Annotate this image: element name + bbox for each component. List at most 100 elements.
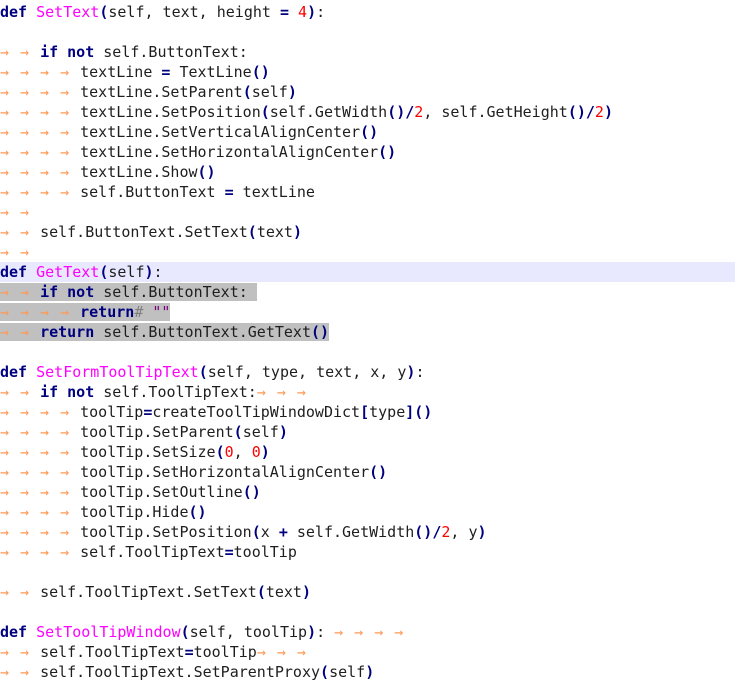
code-token: return	[80, 303, 135, 321]
code-token: toolTip	[80, 403, 144, 421]
code-token: textLine.SetHorizontalAlignCenter	[80, 143, 379, 161]
code-token: (	[251, 523, 261, 541]
tab-indent-marker-icon: →→→→	[0, 403, 81, 421]
line-content: →→→→self.ButtonText = textLine	[0, 183, 315, 201]
code-token: )	[477, 523, 487, 541]
line-content: def SetFormToolTipText(self, type, text,…	[0, 363, 424, 381]
code-line[interactable]: →→→→toolTip.SetParent(self)	[0, 422, 735, 442]
code-line[interactable]: →→→→textLine.SetParent(self)	[0, 82, 735, 102]
code-line[interactable]: →→→→textLine.SetHorizontalAlignCenter()	[0, 142, 735, 162]
code-token: self, text, height	[108, 3, 280, 21]
code-token: (	[198, 363, 208, 381]
tab-indent-marker-icon: →→→→	[0, 103, 81, 121]
code-token: , self.GetHeight	[423, 103, 568, 121]
line-content: →→→→textLine.SetHorizontalAlignCenter()	[0, 143, 396, 161]
code-token: self, type, text, x, y	[207, 363, 407, 381]
code-token: not	[67, 43, 95, 61]
line-content: →→self.ButtonText.SetText(text)	[0, 223, 302, 241]
code-line[interactable]: →→self.ToolTipText.SetParentProxy(self)	[0, 662, 735, 682]
code-line[interactable]: →→→→self.ToolTipText=toolTip	[0, 542, 735, 562]
code-line[interactable]: →→self.ButtonText.SetText(text)	[0, 222, 735, 242]
code-token: ()	[369, 463, 388, 481]
code-line[interactable]: →→→→toolTip.SetPosition(x + self.GetWidt…	[0, 522, 735, 542]
code-token: /	[405, 103, 415, 121]
code-token: )	[301, 583, 311, 601]
code-line[interactable]: →→→→toolTip.Hide()	[0, 502, 735, 522]
code-token: toolTip	[233, 543, 297, 561]
code-line[interactable]: →→if not self.ButtonText:	[0, 282, 735, 302]
code-token: self.GetWidth	[287, 523, 415, 541]
code-line[interactable]: →→self.ToolTipText.SetText(text)	[0, 582, 735, 602]
code-token: :	[316, 3, 326, 21]
code-line[interactable]	[0, 562, 735, 582]
code-line[interactable]: →→→→textLine.Show()	[0, 162, 735, 182]
code-line[interactable]: →→→→toolTip.SetSize(0, 0)	[0, 442, 735, 462]
code-token: )	[287, 83, 297, 101]
code-token: (	[256, 583, 266, 601]
code-line[interactable]: →→→→toolTip=createToolTipWindowDict[type…	[0, 402, 735, 422]
code-token: :	[316, 623, 335, 641]
code-line[interactable]: def SetText(self, text, height = 4):	[0, 2, 735, 22]
code-token: self	[251, 83, 288, 101]
tab-indent-marker-icon: →→	[0, 383, 41, 401]
code-line[interactable]: →→→→self.ButtonText = textLine	[0, 182, 735, 202]
code-token: 2	[414, 103, 424, 121]
line-content: →→	[0, 203, 40, 221]
code-line[interactable]: →→→→textLine.SetVerticalAlignCenter()	[0, 122, 735, 142]
code-line[interactable]: →→if not self.ToolTipText:→→→	[0, 382, 735, 402]
code-line[interactable]: →→self.ToolTipText=toolTip→→→	[0, 642, 735, 662]
line-content: →→if not self.ButtonText:	[0, 43, 248, 61]
tab-indent-marker-icon: →→→→	[0, 503, 81, 521]
code-token: ()	[188, 503, 207, 521]
code-line[interactable]: →→return self.ButtonText.GetText()	[0, 322, 735, 342]
code-editor[interactable]: def SetText(self, text, height = 4): →→if…	[0, 0, 735, 690]
code-line[interactable]: →→	[0, 202, 735, 222]
code-line[interactable]	[0, 342, 735, 362]
line-content: →→→→textLine.SetVerticalAlignCenter()	[0, 123, 378, 141]
code-line[interactable]: def SetToolTipWindow(self, toolTip): →→→…	[0, 622, 735, 642]
code-token: textLine.Show	[80, 163, 198, 181]
code-line[interactable]: →→	[0, 242, 735, 262]
code-line[interactable]: def GetText(self):	[0, 262, 735, 282]
code-line[interactable]: →→→→toolTip.SetOutline()	[0, 482, 735, 502]
code-token: SetToolTipWindow	[36, 623, 181, 641]
code-token: toolTip.SetSize	[80, 443, 216, 461]
code-token: )	[260, 443, 270, 461]
code-token: toolTip	[193, 643, 257, 661]
code-line[interactable]: →→→→return# ""	[0, 302, 735, 322]
code-token: :	[415, 363, 425, 381]
tab-indent-marker-icon: →→	[0, 43, 41, 61]
code-line[interactable]: →→→→toolTip.SetHorizontalAlignCenter()	[0, 462, 735, 482]
code-token: self	[108, 263, 145, 281]
code-token: self.ToolTipText	[80, 543, 225, 561]
code-token: self.ButtonText	[80, 183, 225, 201]
tab-indent-marker-icon: →→→→	[0, 123, 81, 141]
code-token: =	[184, 643, 194, 661]
selected-text: →→→→return# ""	[0, 303, 171, 321]
code-line[interactable]: →→if not self.ButtonText:	[0, 42, 735, 62]
code-token: text	[256, 223, 293, 241]
code-token: if	[40, 383, 59, 401]
code-line[interactable]: →→→→textLine = TextLine()	[0, 62, 735, 82]
code-line[interactable]: →→→→textLine.SetPosition(self.GetWidth()…	[0, 102, 735, 122]
tab-indent-marker-icon: →→→→	[0, 63, 81, 81]
tab-indent-marker-icon: →→→	[256, 383, 317, 401]
line-content: →→→→textLine.Show()	[0, 163, 216, 181]
tab-indent-marker-icon: →→→→	[0, 423, 81, 441]
selected-text: →→return self.ButtonText.GetText()	[0, 323, 330, 341]
line-content: →→if not self.ToolTipText:→→→	[0, 383, 317, 401]
code-token: ()	[414, 523, 433, 541]
code-line[interactable]	[0, 22, 735, 42]
code-token: ()	[567, 103, 586, 121]
code-token: =	[279, 3, 289, 21]
code-line[interactable]	[0, 602, 735, 622]
line-content: →→self.ToolTipText=toolTip→→→	[0, 643, 317, 661]
code-token: ()	[251, 63, 270, 81]
line-content: →→→→toolTip.SetPosition(x + self.GetWidt…	[0, 523, 487, 541]
code-line[interactable]: def SetFormToolTipText(self, type, text,…	[0, 362, 735, 382]
code-token: def	[0, 3, 28, 21]
